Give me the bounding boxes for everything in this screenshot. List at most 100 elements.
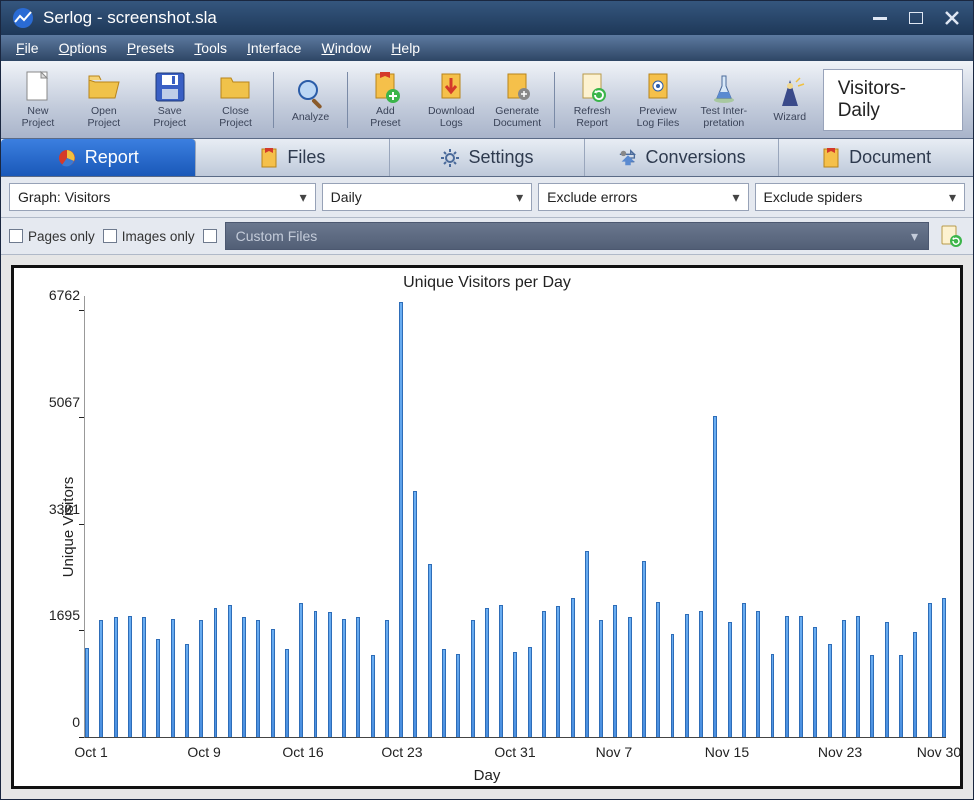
toolbar-new-project[interactable]: New Project <box>5 65 71 135</box>
maximize-button[interactable] <box>905 10 927 26</box>
toolbar-label: Add Preset <box>370 106 400 129</box>
chart-bar <box>442 649 446 737</box>
toolbar-preview-log-files[interactable]: Preview Log Files <box>625 65 691 135</box>
chart-bar <box>613 605 617 737</box>
toolbar-label: Save Project <box>153 106 186 129</box>
chart-bar <box>456 654 460 737</box>
chart-bar <box>428 564 432 737</box>
chart-bar <box>185 644 189 737</box>
tab-files[interactable]: Files <box>196 139 391 176</box>
download-icon <box>434 70 468 104</box>
toolbar-wizard[interactable]: Wizard <box>757 65 823 135</box>
chart-bar <box>528 647 532 737</box>
chart-bar <box>299 603 303 737</box>
errors-dropdown[interactable]: Exclude errors ▾ <box>538 183 748 211</box>
preview-icon <box>641 70 675 104</box>
save-icon <box>153 70 187 104</box>
chart-bar <box>699 611 703 737</box>
folder-open-icon <box>87 70 121 104</box>
chart-bar <box>856 616 860 737</box>
chart-bar <box>285 649 289 737</box>
toolbar-open-project[interactable]: Open Project <box>71 65 137 135</box>
gen-doc-icon <box>500 70 534 104</box>
toolbar-generate-document[interactable]: Generate Document <box>484 65 550 135</box>
conversions-icon <box>618 148 638 168</box>
graph-dropdown[interactable]: Graph: Visitors ▾ <box>9 183 316 211</box>
chart-bar <box>771 654 775 737</box>
caret-down-icon: ▾ <box>516 189 523 206</box>
toolbar-test-interpretation[interactable]: Test Inter- pretation <box>691 65 757 135</box>
menu-file[interactable]: File <box>7 37 48 59</box>
chart-bar <box>328 612 332 737</box>
minimize-button[interactable] <box>869 10 891 26</box>
toolbar-save-project[interactable]: Save Project <box>137 65 203 135</box>
y-tick-label: 1695 <box>36 607 80 623</box>
spiders-dropdown[interactable]: Exclude spiders ▾ <box>755 183 965 211</box>
refresh-icon <box>575 70 609 104</box>
chart-bar <box>314 611 318 737</box>
chart-bar <box>642 561 646 737</box>
toolbar-label: Generate Document <box>493 106 541 129</box>
chart-bar <box>499 605 503 737</box>
x-tick-label: Oct 9 <box>187 744 220 760</box>
toolbar-label: Preview Log Files <box>637 106 680 129</box>
chart-title: Unique Visitors per Day <box>14 274 960 292</box>
menu-options[interactable]: Options <box>50 37 116 59</box>
chart-bar <box>99 620 103 737</box>
tab-document[interactable]: Document <box>779 139 973 176</box>
toolbar-close-project[interactable]: Close Project <box>203 65 269 135</box>
toolbar-analyze[interactable]: Analyze <box>278 65 344 135</box>
tab-report[interactable]: Report <box>1 139 196 176</box>
y-tick-label: 3381 <box>36 501 80 517</box>
chart-bar <box>728 622 732 737</box>
tab-settings[interactable]: Settings <box>390 139 585 176</box>
app-icon <box>11 6 35 30</box>
chart-bar <box>656 602 660 737</box>
document-icon <box>821 148 841 168</box>
menu-window[interactable]: Window <box>312 37 380 59</box>
profile-box[interactable]: Visitors-Daily <box>823 69 963 131</box>
menu-tools[interactable]: Tools <box>185 37 236 59</box>
magnify-icon <box>294 76 328 110</box>
toolbar-download-logs[interactable]: Download Logs <box>418 65 484 135</box>
x-tick-label: Oct 23 <box>381 744 422 760</box>
spiders-dropdown-value: Exclude spiders <box>764 189 863 205</box>
chart-bar <box>356 617 360 737</box>
toolbar-refresh-report[interactable]: Refresh Report <box>559 65 625 135</box>
chart-bar <box>799 616 803 737</box>
chart-bar <box>171 619 175 737</box>
menu-presets[interactable]: Presets <box>118 37 183 59</box>
custom-files-dropdown[interactable]: Custom Files ▾ <box>225 222 929 250</box>
chart-bar <box>585 551 589 737</box>
window-title: Serlog - screenshot.sla <box>43 8 869 28</box>
chart-bar <box>399 302 403 737</box>
chart-bar <box>471 620 475 737</box>
pages-only-checkbox[interactable]: Pages only <box>9 229 95 244</box>
toolbar-label: Wizard <box>773 112 806 124</box>
period-dropdown[interactable]: Daily ▾ <box>322 183 532 211</box>
toolbar-add-preset[interactable]: Add Preset <box>352 65 418 135</box>
checkbox-icon <box>9 229 23 243</box>
report-icon <box>57 148 77 168</box>
tab-conversions[interactable]: Conversions <box>585 139 780 176</box>
menu-interface[interactable]: Interface <box>238 37 310 59</box>
chart-bar <box>371 655 375 737</box>
x-tick-label: Oct 16 <box>282 744 323 760</box>
menu-help[interactable]: Help <box>382 37 429 59</box>
tab-label: Conversions <box>646 147 746 168</box>
chart-bars <box>84 296 946 738</box>
x-tick-label: Nov 30 <box>917 744 961 760</box>
chart-bar <box>671 634 675 737</box>
chart-bar <box>114 617 118 737</box>
close-button[interactable] <box>941 10 963 26</box>
chart-bar <box>256 620 260 737</box>
refresh-small-button[interactable] <box>937 222 965 250</box>
chart-bar <box>542 611 546 737</box>
graph-dropdown-value: Graph: Visitors <box>18 189 110 205</box>
images-only-checkbox[interactable]: Images only <box>103 229 195 244</box>
toolbar-label: Refresh Report <box>574 106 611 129</box>
custom-files-enable-checkbox[interactable] <box>203 229 217 243</box>
y-tick-label: 5067 <box>36 394 80 410</box>
chart-bar <box>214 608 218 737</box>
toolbar-label: New Project <box>22 106 55 129</box>
